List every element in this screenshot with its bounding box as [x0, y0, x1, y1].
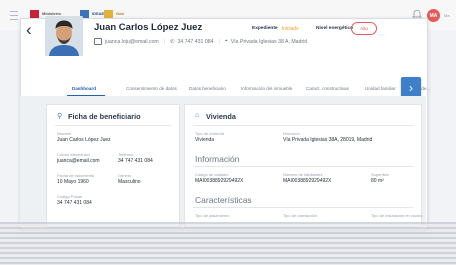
field-label: Teléfono	[118, 152, 134, 157]
separator: |	[163, 38, 166, 45]
vivienda-card: ⌂ Vivienda Tipo de vivienda Vivienda Dir…	[184, 104, 422, 228]
background-texture	[0, 222, 456, 265]
field-label: Nombre	[57, 131, 72, 136]
field-label: Correo electrónico	[57, 152, 90, 157]
user-icon: ⚲	[57, 113, 63, 120]
user-name[interactable]: Ma	[444, 13, 450, 18]
mail-icon	[94, 38, 102, 45]
logo-text: IDEAE	[92, 11, 105, 16]
informacion-title: Información	[195, 154, 240, 164]
tab-informacion-inmueble[interactable]: Información del inmueble	[241, 86, 292, 91]
email-text: juanca.loju@email.com	[105, 38, 159, 45]
field-value: MAI0038892929492X	[283, 178, 332, 184]
address-text: Vía Privada Iglesias 38 A, Madrid	[230, 38, 308, 45]
tab-unidad-familiar[interactable]: Unidad familiar	[365, 86, 396, 91]
field-value: Vivienda	[195, 137, 215, 143]
separator: |	[218, 38, 220, 45]
contact-row: juanca.loju@email.com | ✆ 34 747 431 084…	[94, 38, 307, 45]
phone-text: 34 747 431 084	[177, 38, 214, 45]
divider	[193, 207, 413, 208]
phone-icon: ✆	[170, 38, 175, 45]
tab-consentimiento[interactable]: Consentimiento de datos	[126, 86, 177, 91]
tab-bar: Dashboard Consentimiento de datos Datos …	[20, 82, 430, 97]
ficha-card: ⚲ Ficha de beneficiario Nombre Juan Carl…	[46, 104, 180, 228]
content-area: ⚲ Ficha de beneficiario Nombre Juan Carl…	[20, 96, 426, 228]
field-label: Tipo de instalación en cocina	[371, 213, 423, 218]
menu-icon[interactable]	[10, 11, 18, 20]
field-label: Fecha de nacimiento	[57, 173, 95, 178]
ficha-title: Ficha de beneficiario	[68, 112, 141, 121]
back-chevron-icon[interactable]: ‹	[26, 21, 32, 38]
field-value: 34 747 431 084	[57, 200, 92, 206]
field-label: Tipo de vivienda	[195, 131, 224, 136]
beneficiary-photo	[45, 16, 83, 56]
nivel-badge: Alto	[351, 22, 377, 35]
field-label: Código de catastro	[195, 172, 229, 177]
field-label: Dirección	[283, 131, 300, 136]
location-icon: ⌖	[224, 38, 228, 44]
caracteristicas-title: Características	[195, 195, 252, 205]
nivel-label: Nivel energético	[316, 26, 354, 31]
field-value: 34 747 431 084	[118, 158, 153, 164]
expediente-label: Expediente	[252, 26, 278, 31]
field-value: juanca@email.com	[57, 158, 100, 164]
divider	[55, 125, 171, 126]
divider	[193, 166, 413, 167]
field-value: Masculino	[118, 179, 141, 185]
vivienda-title: Vivienda	[206, 112, 236, 121]
field-value: Vía Privada Iglesias 38A, 28019, Madrid	[283, 137, 373, 143]
avatar[interactable]: MA	[427, 9, 440, 22]
expediente-status: Expediente Iniciado	[252, 26, 299, 32]
tab-caract-constructivas[interactable]: Caract. constructivas	[306, 86, 349, 91]
field-label: Superficie	[371, 172, 389, 177]
tab-dashboard[interactable]: Dashboard	[72, 86, 96, 91]
divider	[193, 125, 413, 126]
field-label: Número de habitantes	[283, 172, 323, 177]
field-value: 80 m²	[371, 178, 384, 184]
field-label: Código Postal	[57, 194, 82, 199]
field-label: Tipo de calefacción	[283, 213, 318, 218]
field-label: Género	[118, 173, 132, 178]
person-photo-icon	[45, 16, 83, 56]
logo-text: Gob	[116, 11, 124, 16]
field-value: Juan Carlos López Juez	[57, 137, 111, 143]
beneficiary-name: Juan Carlos López Juez	[94, 22, 203, 33]
field-value: MAI0038892929492X	[195, 178, 244, 184]
field-label: Tipo de aislamiento	[195, 213, 230, 218]
tab-datos-beneficiario[interactable]: Datos beneficiario	[189, 86, 226, 91]
home-icon: ⌂	[195, 112, 200, 119]
field-value: 10 Mayo 1960	[57, 179, 89, 185]
expediente-value: Iniciado	[281, 26, 299, 32]
